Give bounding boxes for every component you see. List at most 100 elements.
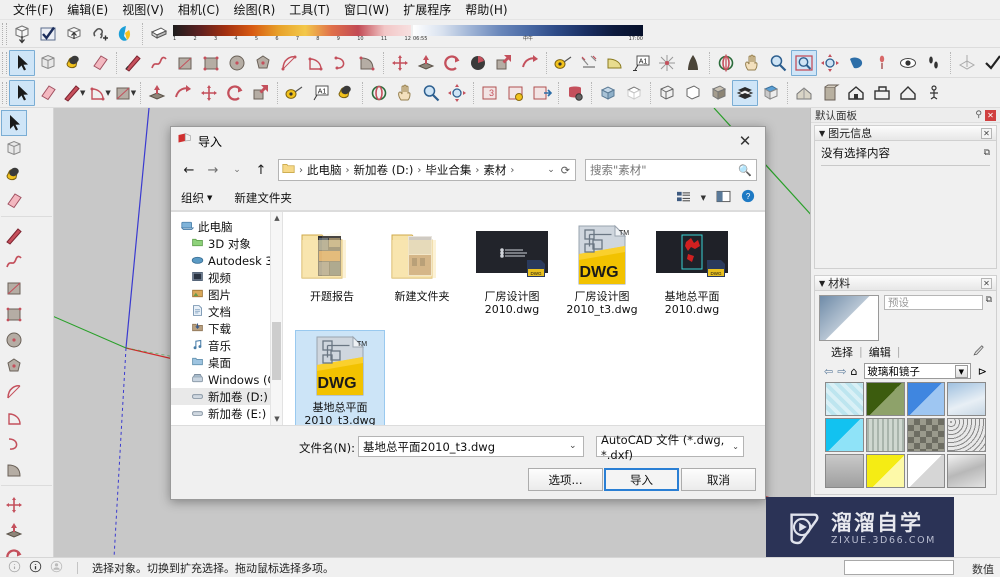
file-item-4[interactable]: DWG 基地总平面 2010.dwg [647,220,737,324]
preview-pane-icon[interactable] [716,190,731,206]
filename-dropdown-icon[interactable]: ⌄ [569,441,577,451]
tool-text[interactable]: A1 [628,50,654,76]
options-button[interactable]: 选项... [528,468,603,491]
entity-info-expand-icon[interactable]: ⧉ [984,148,990,158]
tree-item-8[interactable]: 桌面 [171,354,282,371]
style-wireframe[interactable] [654,80,680,106]
swatch-yellow[interactable] [865,454,905,488]
tree-item-7[interactable]: 音乐 [171,337,282,354]
nav-recent-icon[interactable]: ⌄ [227,160,247,180]
tool-eraser[interactable] [87,50,113,76]
swatch-tiled-glass[interactable] [906,418,946,452]
lp-line[interactable] [1,223,27,249]
tool-circle[interactable] [224,50,250,76]
tool-select-arrow[interactable] [9,49,35,76]
style-shaded-with-textures[interactable] [732,79,759,106]
navigation-tree[interactable]: 此电脑 3D 对象 Autodesk 360 视频 图片 文档 下载 音乐 桌面… [171,212,283,425]
details-icon[interactable]: ⊳ [978,365,987,378]
scene-home[interactable] [791,80,817,106]
back-icon[interactable]: ⇦ [824,365,833,378]
tool-text-2[interactable]: A1 [307,80,333,106]
scene-building[interactable] [869,80,895,106]
tool-pushpull-2[interactable] [144,80,170,106]
tool-rectangle-2[interactable] [112,80,134,106]
tree-item-2[interactable]: Autodesk 360 [171,252,282,269]
view-mode-dropdown-icon[interactable]: ▼ [701,194,706,202]
lp-pie[interactable] [1,457,27,483]
menu-item-camera[interactable]: 相机(C) [171,0,227,20]
tool-move[interactable] [387,50,413,76]
scene-outline-house[interactable] [895,80,921,106]
filename-input[interactable]: 基地总平面2010_t3.dwg [358,436,584,457]
menu-item-tools[interactable]: 工具(T) [282,0,337,20]
measurement-input[interactable] [844,560,954,575]
new-folder-button[interactable]: 新建文件夹 [234,190,292,206]
entity-info-header[interactable]: ▼ 图元信息 ✕ [814,125,997,141]
nav-up-icon[interactable]: ↑ [251,160,271,180]
tool-rotated-rectangle[interactable] [198,50,224,76]
file-list[interactable]: 开题报告 新建文件夹 DWG 厂房设计图 2010.dwg DWG TM 厂房设… [283,212,765,434]
tool-zoom-2[interactable] [418,80,444,106]
tool-pan-2[interactable] [392,80,418,106]
lp-polygon[interactable] [1,353,27,379]
organize-button[interactable]: 组织 ▼ [181,190,212,206]
dialog-title-bar[interactable]: 导入 ✕ [171,127,765,155]
home-icon[interactable]: ⌂ [850,365,857,378]
lp-freehand[interactable] [1,249,27,275]
nav-forward-icon[interactable]: → [203,160,223,180]
tool-pan[interactable] [739,50,765,76]
tool-orbit[interactable] [713,50,739,76]
refresh-icon[interactable]: ⟳ [561,164,570,177]
tool-upload-3dwarehouse[interactable] [61,21,87,47]
swatch-glass-tint[interactable] [825,382,864,416]
tool-share-model[interactable] [529,80,555,106]
tool-polygon[interactable] [250,50,276,76]
tree-scrollbar[interactable]: ▲ ▼ [270,212,282,425]
tool-line[interactable] [120,50,146,76]
tool-rotate-2[interactable] [222,80,248,106]
nav-back-icon[interactable]: ← [179,160,199,180]
tree-item-4[interactable]: 图片 [171,286,282,303]
pin-icon[interactable]: ⚲ [975,110,982,120]
tool-tape-measure-2[interactable] [281,80,307,106]
style-shaded[interactable] [706,80,732,106]
tool-walk[interactable] [921,50,947,76]
swatch-green[interactable] [865,382,905,416]
tool-axes[interactable] [654,50,680,76]
file-item-1[interactable]: 新建文件夹 [377,220,467,324]
tool-followme[interactable] [465,50,491,76]
tool-select-arrow-2[interactable] [9,79,35,106]
material-preview-swatch[interactable] [819,295,879,341]
lp-circle[interactable] [1,327,27,353]
scene-person[interactable] [921,80,947,106]
file-item-0[interactable]: 开题报告 [287,220,377,324]
tool-rectangle[interactable] [172,50,198,76]
dialog-close-icon[interactable]: ✕ [725,127,765,155]
tool-zoom-window-2[interactable] [444,80,470,106]
tool-freehand[interactable] [146,50,172,76]
tool-protractor[interactable] [602,50,628,76]
tool-3dwarehouse[interactable]: 3 [477,80,503,106]
style-monochrome[interactable] [758,80,784,106]
scene-box[interactable] [817,80,843,106]
toolbar-grip[interactable] [2,51,7,74]
style-hidden-line[interactable] [680,80,706,106]
lp-rectangle[interactable] [1,275,27,301]
menu-item-edit[interactable]: 编辑(E) [60,0,115,20]
swatch-mirror[interactable] [947,454,986,488]
tool-arc-2[interactable] [86,80,108,106]
file-item-5-selected[interactable]: DWG TM 基地总平面 2010_t3.dwg [295,330,385,434]
search-icon[interactable]: 🔍 [738,164,752,177]
tab-edit[interactable]: 编辑 [863,344,897,360]
import-dialog[interactable]: 导入 ✕ ← → ⌄ ↑ › 此电脑 › 新加卷 (D:) › 毕业合集 › 素… [170,126,766,500]
view-top[interactable] [621,80,647,106]
tool-colorize[interactable] [113,21,139,47]
tool-3point-arc[interactable] [328,50,354,76]
menu-item-extensions[interactable]: 扩展程序 [396,0,458,20]
tool-rotate[interactable] [439,50,465,76]
tree-item-9[interactable]: Windows (C:) [171,371,282,388]
menu-item-help[interactable]: 帮助(H) [458,0,514,20]
chevron-down-icon[interactable]: ▼ [954,364,968,378]
tool-followme-red[interactable] [517,50,543,76]
materials-header[interactable]: ▼ 材料 ✕ [814,275,997,291]
